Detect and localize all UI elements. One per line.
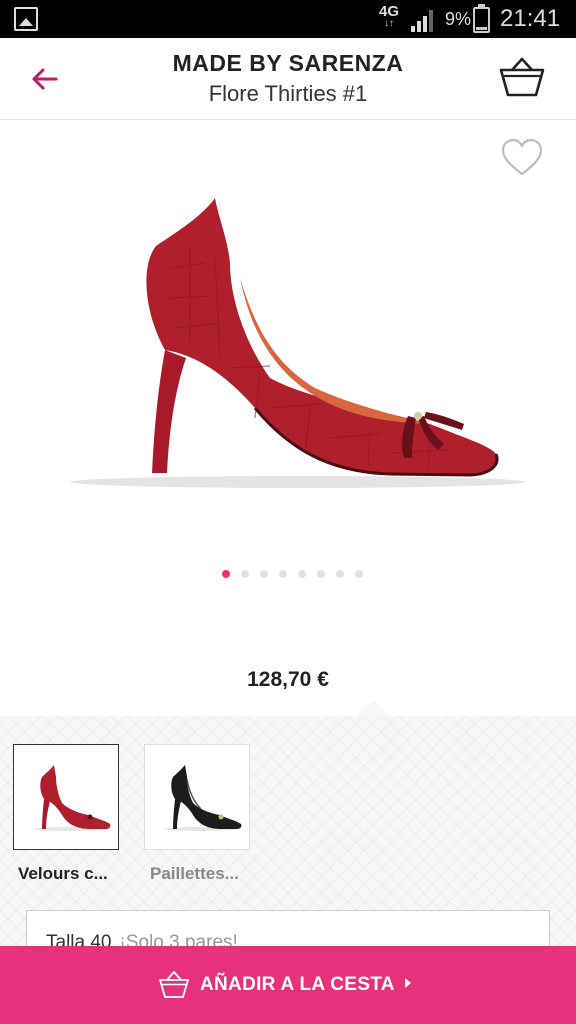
- product-image: [70, 198, 526, 488]
- pagination-dot[interactable]: [297, 570, 306, 578]
- pagination-dot[interactable]: [278, 570, 287, 578]
- pagination-dot[interactable]: [335, 570, 344, 578]
- battery-percent: 9%: [445, 9, 472, 29]
- gallery-pagination[interactable]: [0, 570, 576, 584]
- pagination-dot[interactable]: [354, 570, 363, 578]
- header: MADE BY SARENZA Flore Thirties #1: [0, 38, 576, 120]
- back-arrow-icon[interactable]: [28, 62, 62, 96]
- product-title: Flore Thirties #1: [208, 81, 368, 106]
- pagination-dot[interactable]: [221, 570, 230, 578]
- network-arrows: ↓↑: [384, 18, 394, 29]
- signal-icon: [411, 10, 433, 32]
- variant-image: [165, 765, 242, 831]
- product-price: 128,70 €: [247, 668, 329, 691]
- variant-label[interactable]: Velours c...: [18, 864, 148, 884]
- pagination-dot[interactable]: [316, 570, 325, 578]
- clock: 21:41: [500, 5, 561, 32]
- chevron-right-icon: [405, 978, 411, 988]
- pagination-dot[interactable]: [240, 570, 249, 578]
- add-to-cart-label: AÑADIR A LA CESTA: [200, 974, 395, 995]
- panel-notch: [355, 700, 391, 717]
- variant-label[interactable]: Paillettes...: [150, 864, 280, 884]
- add-to-cart-button[interactable]: AÑADIR A LA CESTA: [0, 946, 576, 1024]
- variant-thumbnail-velours[interactable]: [13, 744, 119, 850]
- battery-icon: [473, 4, 490, 33]
- pagination-dot[interactable]: [259, 570, 268, 578]
- brand-title: MADE BY SARENZA: [172, 50, 404, 76]
- gallery-icon: [14, 7, 38, 31]
- basket-icon[interactable]: [498, 54, 546, 100]
- basket-icon: [159, 971, 189, 998]
- status-bar: 4G ↓↑ 9% 21:41: [0, 0, 576, 38]
- network-indicator: 4G ↓↑: [379, 4, 399, 29]
- variant-image: [34, 765, 111, 831]
- variant-thumbnail-paillettes[interactable]: [144, 744, 250, 850]
